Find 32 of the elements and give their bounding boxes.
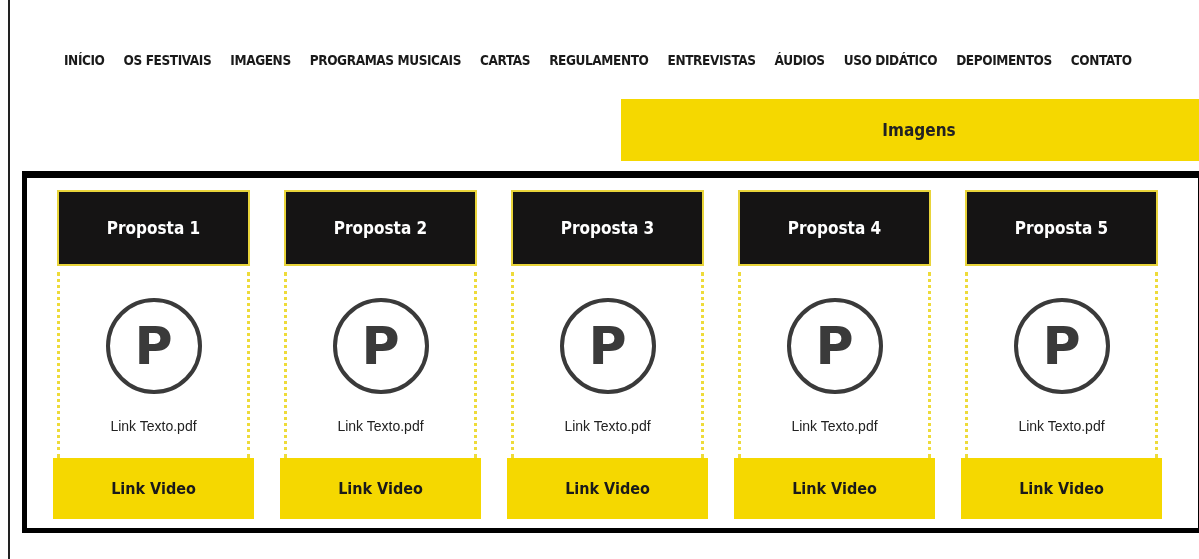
- nav-link[interactable]: OS FESTIVAIS: [123, 50, 212, 72]
- nav-link[interactable]: DEPOIMENTOS: [956, 50, 1052, 72]
- pdf-link[interactable]: Link Texto.pdf: [337, 418, 424, 434]
- video-link-button[interactable]: Link Video: [961, 458, 1162, 519]
- letter-circle-icon: P: [105, 298, 202, 394]
- pdf-link[interactable]: Link Texto.pdf: [564, 418, 651, 434]
- card-title: Proposta 3: [560, 218, 655, 238]
- pdf-link[interactable]: Link Texto.pdf: [110, 418, 197, 434]
- letter-circle-icon: P: [786, 298, 883, 394]
- nav-link[interactable]: ÁUDIOS: [774, 50, 825, 72]
- nav-link[interactable]: CARTAS: [480, 50, 531, 72]
- nav-link[interactable]: PROGRAMAS MUSICAIS: [309, 50, 462, 72]
- letter-circle-icon: P: [1013, 298, 1110, 394]
- video-link-button[interactable]: Link Video: [53, 458, 254, 519]
- video-link-button[interactable]: Link Video: [507, 458, 708, 519]
- pdf-link[interactable]: Link Texto.pdf: [1018, 418, 1105, 434]
- card-title: Proposta 5: [1014, 218, 1109, 238]
- nav-link[interactable]: ENTREVISTAS: [667, 50, 756, 72]
- card-title: Proposta 2: [333, 218, 428, 238]
- nav-link[interactable]: IMAGENS: [230, 50, 291, 72]
- section-title: Imagens: [882, 120, 956, 140]
- card-title: Proposta 4: [787, 218, 882, 238]
- video-link-button[interactable]: Link Video: [734, 458, 935, 519]
- card-title: Proposta 1: [106, 218, 201, 238]
- nav-link[interactable]: INÍCIO: [64, 50, 105, 72]
- letter-circle-icon: P: [332, 298, 429, 394]
- pdf-link[interactable]: Link Texto.pdf: [791, 418, 878, 434]
- nav-link[interactable]: CONTATO: [1070, 50, 1132, 72]
- nav-link[interactable]: REGULAMENTO: [549, 50, 649, 72]
- nav-link[interactable]: USO DIDÁTICO: [843, 50, 938, 72]
- letter-circle-icon: P: [559, 298, 656, 394]
- video-link-button[interactable]: Link Video: [280, 458, 481, 519]
